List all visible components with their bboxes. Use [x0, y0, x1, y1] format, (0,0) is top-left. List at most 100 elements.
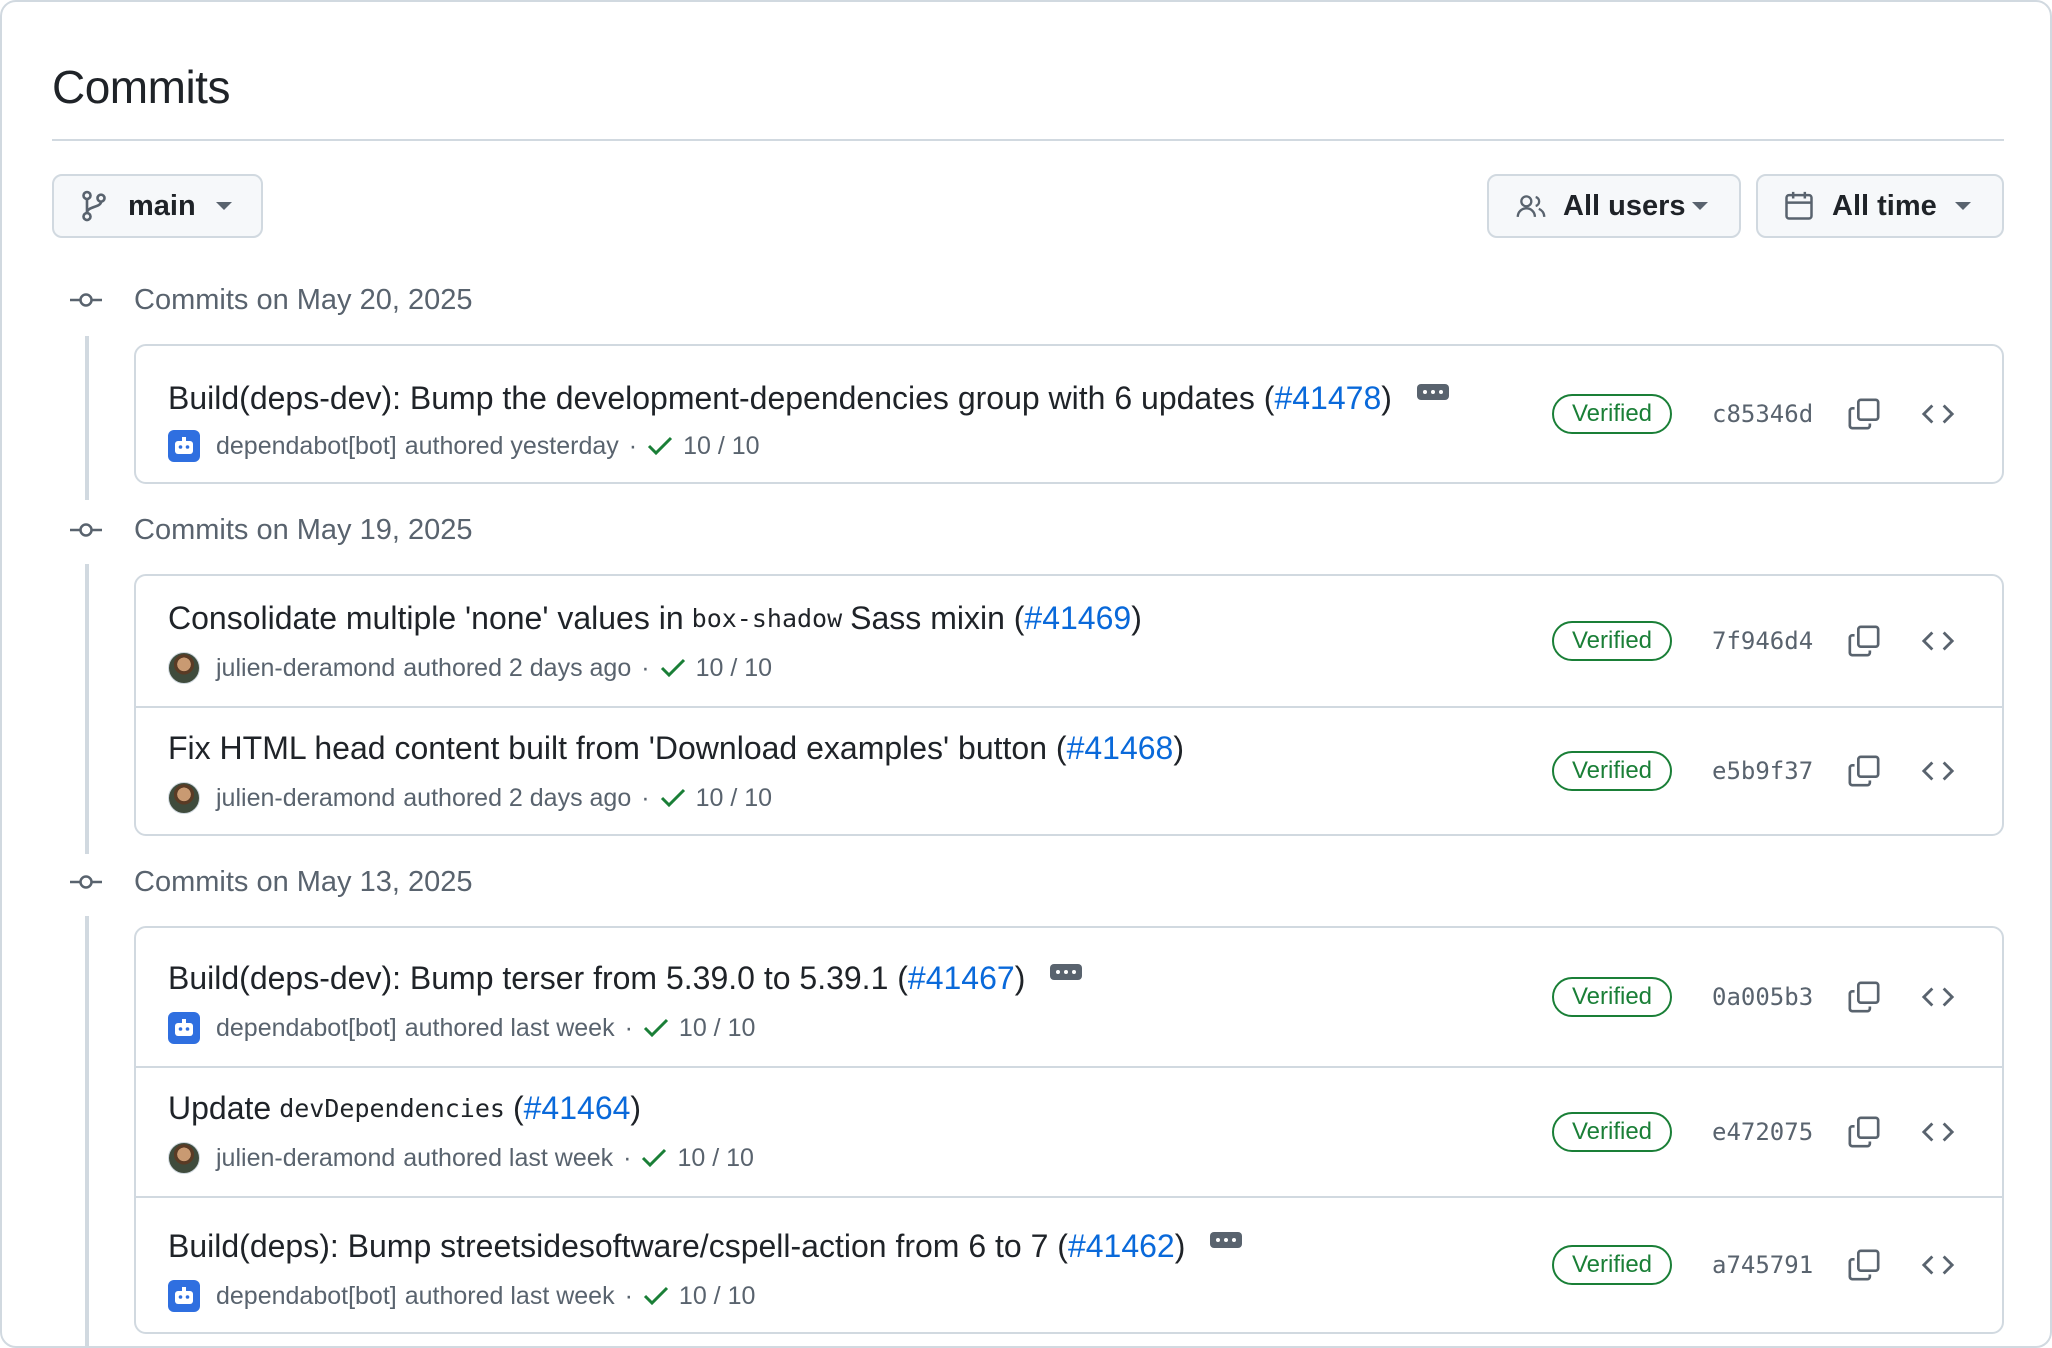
- meta-separator: ·: [641, 783, 650, 812]
- expand-description-button[interactable]: [1199, 1220, 1253, 1260]
- verified-badge[interactable]: Verified: [1552, 751, 1672, 791]
- verified-badge[interactable]: Verified: [1552, 621, 1672, 661]
- authored-time: authored last week: [404, 1281, 615, 1310]
- check-icon[interactable]: [647, 436, 673, 456]
- code-browse-icon[interactable]: [1916, 975, 1960, 1019]
- pr-link[interactable]: #41468: [1067, 730, 1174, 767]
- check-icon[interactable]: [641, 1148, 667, 1168]
- copy-icon[interactable]: [1842, 392, 1886, 436]
- author-link[interactable]: julien-deramond: [216, 784, 395, 813]
- verified-badge[interactable]: Verified: [1552, 977, 1672, 1017]
- commit-title[interactable]: Build(deps-dev): Bump the development-de…: [168, 378, 1460, 418]
- commit-title-text: Sass mixin (: [850, 600, 1025, 636]
- commit-actions: Verified 0a005b3: [1552, 928, 1960, 1066]
- meta-separator: ·: [628, 431, 638, 460]
- commit-sha-link[interactable]: a745791: [1712, 1251, 1816, 1279]
- checks-count[interactable]: 10 / 10: [696, 654, 772, 683]
- commit-title[interactable]: Fix HTML head content built from 'Downlo…: [168, 730, 1184, 767]
- commit-sha-link[interactable]: 7f946d4: [1712, 627, 1816, 655]
- commit-title-text: ): [1173, 730, 1184, 766]
- commit-sha-link[interactable]: e5b9f37: [1712, 757, 1816, 785]
- timeline-line: [85, 336, 89, 500]
- user-avatar[interactable]: [168, 652, 200, 684]
- checks-count[interactable]: 10 / 10: [677, 1144, 753, 1173]
- commit-title[interactable]: Build(deps): Bump streetsidesoftware/csp…: [168, 1226, 1253, 1266]
- commit-title-text: ): [630, 1090, 642, 1126]
- commit-title-text: ): [1131, 600, 1142, 636]
- commit-title[interactable]: Consolidate multiple 'none' values in bo…: [168, 600, 1142, 637]
- copy-icon[interactable]: [1842, 619, 1886, 663]
- copy-icon[interactable]: [1842, 1243, 1886, 1287]
- commit-sha-link[interactable]: 0a005b3: [1712, 983, 1816, 1011]
- author-link[interactable]: dependabot[bot]: [216, 1282, 397, 1311]
- pr-link[interactable]: #41467: [908, 960, 1015, 997]
- commit-sha-link[interactable]: e472075: [1712, 1118, 1816, 1146]
- commit-actions: Verified e5b9f37: [1552, 708, 1960, 834]
- check-icon[interactable]: [660, 788, 686, 808]
- author-link[interactable]: julien-deramond: [216, 1144, 395, 1173]
- commit-title[interactable]: Build(deps-dev): Bump terser from 5.39.0…: [168, 958, 1093, 998]
- author-link[interactable]: julien-deramond: [216, 654, 395, 683]
- user-avatar[interactable]: [168, 1142, 200, 1174]
- code-browse-icon[interactable]: [1916, 749, 1960, 793]
- commit-list: Consolidate multiple 'none' values in bo…: [134, 574, 2004, 836]
- commit-list: Build(deps-dev): Bump the development-de…: [134, 344, 2004, 484]
- copy-icon[interactable]: [1842, 975, 1886, 1019]
- authored-time: authored last week: [403, 1143, 614, 1172]
- commit-title-text: ): [1014, 959, 1026, 996]
- users-filter-label: All users: [1563, 189, 1686, 222]
- ellipsis-icon: [1050, 964, 1083, 980]
- code-browse-icon[interactable]: [1916, 619, 1960, 663]
- commit-title-text: Fix HTML head content built from 'Downlo…: [168, 730, 1067, 766]
- commit-title[interactable]: Update devDependencies ( #41464 ): [168, 1090, 641, 1127]
- time-filter-label: All time: [1832, 189, 1937, 222]
- pr-link[interactable]: #41462: [1068, 1228, 1175, 1265]
- pr-link[interactable]: #41478: [1274, 380, 1381, 417]
- timeline-line: [85, 564, 89, 854]
- expand-description-button[interactable]: [1406, 372, 1460, 412]
- pr-link[interactable]: #41464: [524, 1090, 631, 1127]
- bot-avatar[interactable]: [168, 1012, 200, 1044]
- ellipsis-icon: [1416, 384, 1449, 400]
- commit-sha-link[interactable]: c85346d: [1712, 400, 1816, 428]
- author-link[interactable]: dependabot[bot]: [216, 432, 397, 461]
- users-filter-button[interactable]: All users: [1487, 174, 1741, 238]
- check-icon[interactable]: [643, 1286, 669, 1306]
- check-icon[interactable]: [660, 658, 686, 678]
- expand-description-button[interactable]: [1039, 952, 1093, 992]
- code-browse-icon[interactable]: [1916, 1110, 1960, 1154]
- check-icon[interactable]: [643, 1018, 669, 1038]
- caret-down-icon: [1691, 201, 1709, 211]
- verified-badge[interactable]: Verified: [1552, 394, 1672, 434]
- checks-count[interactable]: 10 / 10: [679, 1014, 755, 1043]
- commit-title-text: ): [1174, 1227, 1186, 1264]
- copy-icon[interactable]: [1842, 749, 1886, 793]
- commit-group-heading: Commits on May 20, 2025: [68, 280, 472, 320]
- commits-panel: Commits main All users All time Commits …: [0, 0, 2052, 1348]
- code-browse-icon[interactable]: [1916, 392, 1960, 436]
- branch-selector-button[interactable]: main: [52, 174, 263, 238]
- commit-title-text: Build(deps-dev): Bump terser from 5.39.0…: [168, 959, 908, 996]
- code-browse-icon[interactable]: [1916, 1243, 1960, 1287]
- checks-count[interactable]: 10 / 10: [696, 784, 772, 813]
- author-link[interactable]: dependabot[bot]: [216, 1014, 397, 1043]
- commit-title-text: ): [1381, 379, 1392, 416]
- copy-icon[interactable]: [1842, 1110, 1886, 1154]
- verified-badge[interactable]: Verified: [1552, 1112, 1672, 1152]
- pr-link[interactable]: #41469: [1024, 600, 1131, 637]
- commit-row: Update devDependencies ( #41464 ) julien…: [136, 1066, 2002, 1196]
- meta-separator: ·: [624, 1281, 633, 1310]
- time-filter-button[interactable]: All time: [1756, 174, 2004, 238]
- meta-separator: ·: [623, 1143, 632, 1172]
- user-avatar[interactable]: [168, 782, 200, 814]
- checks-count[interactable]: 10 / 10: [683, 432, 759, 461]
- checks-count[interactable]: 10 / 10: [679, 1282, 755, 1311]
- commit-meta: dependabot[bot] authored last week · 10 …: [168, 1012, 755, 1044]
- verified-badge[interactable]: Verified: [1552, 1245, 1672, 1285]
- meta-separator: ·: [624, 1013, 633, 1042]
- commit-group-heading: Commits on May 19, 2025: [68, 510, 472, 550]
- bot-avatar[interactable]: [168, 1280, 200, 1312]
- bot-avatar[interactable]: [168, 430, 200, 462]
- branch-label: main: [128, 189, 196, 222]
- inline-code: box-shadow: [691, 604, 843, 633]
